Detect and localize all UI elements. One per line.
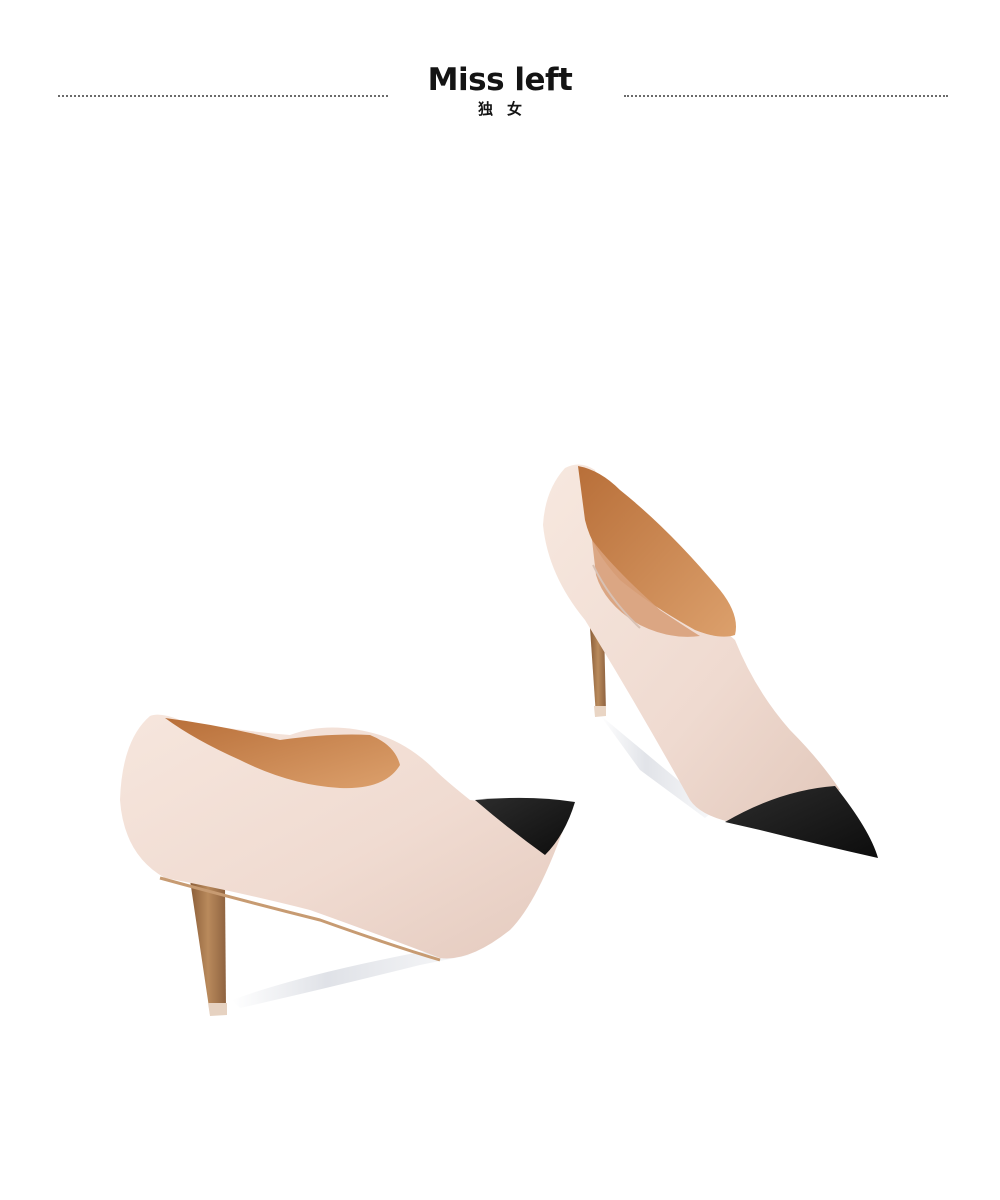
- left-shoe-shadow: [232, 952, 470, 1008]
- right-shoe-heel-tip: [594, 706, 606, 717]
- product-photo: [120, 464, 878, 1016]
- left-shoe-heel-tip: [208, 1003, 227, 1016]
- left-shoe-heel: [190, 880, 226, 1014]
- left-shoe: [120, 714, 575, 1016]
- right-shoe: [543, 464, 878, 858]
